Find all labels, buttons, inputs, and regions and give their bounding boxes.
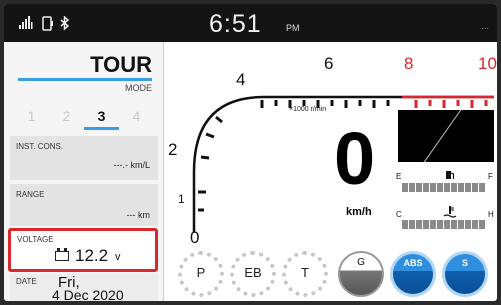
range-label: RANGE [16,190,45,199]
indicator-abs: ABS [390,251,436,297]
signal-icon [19,16,33,29]
speed-value: 0 [334,117,376,200]
phone-icon [42,15,53,31]
voltage-unit: v [115,251,121,263]
mode-1[interactable]: 1 [14,104,49,130]
indicator-eb: EB [230,251,276,297]
fuel-full-label: F [488,172,493,181]
status-bar: 6:51 PM ... [4,4,497,42]
ride-mode-title: TOUR [90,52,152,77]
voltage-value: 12.2 [75,246,109,265]
indicator-p: P [178,251,224,297]
clock-ampm: PM [286,23,300,33]
temp-hot-label: H [488,210,494,219]
indicator-t: T [282,251,328,297]
tach-red-ticks [414,100,488,108]
menu-dots-icon: ... [481,21,489,31]
gauge-panel [398,109,494,163]
date-label: DATE [16,277,37,286]
temperature-gauge [402,220,485,229]
indicator-t-label: T [301,265,309,280]
indicator-g: G [338,251,384,297]
tach-tick-4: 4 [236,70,246,89]
voltage-label: VOLTAGE [17,235,54,244]
info-panel: TOUR MODE 1 2 3 4 INST. CONS. ---.- km/L… [4,42,164,301]
status-icons [18,12,70,34]
indicator-g-label: G [357,257,365,268]
mode-4[interactable]: 4 [119,104,154,130]
speed-unit: km/h [346,206,372,218]
range-panel: RANGE --- km [10,184,158,226]
indicator-row: P EB T G ABS S [176,251,496,301]
date-panel: DATE Fri, 4 Dec 2020 [10,274,158,301]
tach-tick-8: 8 [404,54,414,73]
date-full: 4 Dec 2020 [52,287,124,301]
mode-2[interactable]: 2 [49,104,84,130]
indicator-s-label: S [461,258,468,268]
fuel-pump-icon [446,171,455,179]
range-value: --- km [126,210,151,220]
fuel-empty-label: E [396,172,402,181]
voltage-panel: VOLTAGE 12.2 v [8,228,158,272]
tach-tick-6: 6 [324,54,334,73]
indicator-p-label: P [196,265,206,280]
coolant-temp-icon [443,206,457,218]
fuel-gauge [402,183,485,192]
inst-cons-label: INST. CONS. [16,142,64,151]
tach-tick-2: 2 [168,140,178,159]
battery-icon [55,248,69,261]
inst-cons-value: ---.- km/L [113,160,151,170]
tft-display: 6:51 PM ... TOUR MODE 1 2 3 4 INST. CONS… [4,4,497,301]
tach-tick-0: 0 [190,228,200,247]
mode-label: MODE [125,83,152,93]
inst-cons-panel: INST. CONS. ---.- km/L [10,136,158,180]
tach-tick-1: 1 [178,192,185,206]
mode-3[interactable]: 3 [84,104,119,130]
indicator-s: S [442,251,488,297]
tach-tick-10: 10 [478,54,497,73]
clock: 6:51 [209,10,262,38]
temp-cold-label: C [396,210,402,219]
bluetooth-icon [60,15,70,31]
tach-unit-label: ×1000 r/min [289,106,327,113]
mode-selector: 1 2 3 4 [14,104,154,130]
mode-underline [18,78,152,81]
indicator-abs-label: ABS [403,258,423,268]
indicator-eb-label: EB [244,265,262,280]
